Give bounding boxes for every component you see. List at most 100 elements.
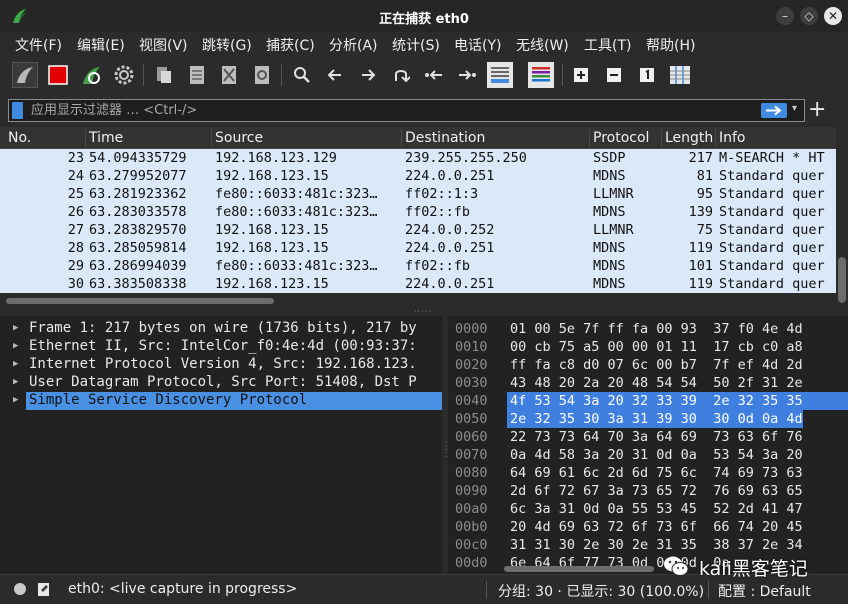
- profile-selector[interactable]: 配置 : Default: [718, 581, 811, 601]
- detail-tree-item[interactable]: ▶ Frame 1: 217 bytes on wire (1736 bits),…: [0, 320, 442, 338]
- bytes-row[interactable]: 0040 4f 53 54 3a 20 32 33 39 2e 32 35 35: [448, 392, 848, 410]
- bytes-row[interactable]: 0060 22 73 73 64 70 3a 64 69 73 63 6f 76: [448, 428, 848, 446]
- packet-cell-time: 63.286994039: [89, 258, 187, 274]
- packet-row[interactable]: 30 63.383508338 192.168.123.15 224.0.0.251 M…: [0, 275, 836, 293]
- save-file-button[interactable]: [184, 62, 210, 88]
- menu-statistics[interactable]: 统计(S): [392, 35, 440, 55]
- menu-edit[interactable]: 编辑(E): [77, 35, 125, 55]
- menu-telephony[interactable]: 电话(Y): [454, 35, 501, 55]
- bytes-row[interactable]: 0010 00 cb 75 a5 00 00 01 11 17 cb c0 a8: [448, 338, 848, 356]
- auto-scroll-icon: [491, 67, 509, 83]
- expand-arrow-icon[interactable]: ▶: [13, 377, 18, 387]
- reload-file-button[interactable]: [249, 62, 275, 88]
- column-header-source[interactable]: Source: [215, 130, 263, 146]
- bytes-row[interactable]: 00a0 6c 3a 31 0d 0a 55 53 45 52 2d 41 47: [448, 500, 848, 518]
- bytes-row[interactable]: 0070 0a 4d 58 3a 20 31 0d 0a 53 54 3a 20: [448, 446, 848, 464]
- normal-size-button[interactable]: [634, 62, 660, 88]
- maximize-button[interactable]: ◇: [800, 7, 818, 25]
- zoom-out-button[interactable]: [601, 62, 627, 88]
- bytes-row[interactable]: 0020 ff fa c8 d0 07 6c 00 b7 7f ef 4d 2d: [448, 356, 848, 374]
- expert-info-led-icon[interactable]: [14, 583, 26, 595]
- menu-help[interactable]: 帮助(H): [646, 35, 695, 55]
- scrollbar-thumb[interactable]: [838, 257, 846, 303]
- packet-row[interactable]: 29 63.286994039 fe80::6033:481c:323… ff02::…: [0, 257, 836, 275]
- chevron-down-icon[interactable]: ▾: [792, 103, 797, 114]
- menu-analyze[interactable]: 分析(A): [329, 35, 378, 55]
- detail-tree-item[interactable]: ▶ User Datagram Protocol, Src Port: 51408…: [0, 374, 442, 392]
- bytes-row[interactable]: 00c0 31 31 30 2e 30 2e 31 35 38 37 2e 34: [448, 536, 848, 554]
- column-header-protocol[interactable]: Protocol: [593, 130, 649, 146]
- detail-tree-item[interactable]: ▶ Ethernet II, Src: IntelCor_f0:4e:4d (00…: [0, 338, 442, 356]
- column-header-length[interactable]: Length: [665, 130, 713, 146]
- capture-options-button[interactable]: [111, 62, 137, 88]
- capture-comment-icon[interactable]: [37, 581, 51, 597]
- packet-cell-length: 75: [696, 222, 713, 238]
- bytes-row[interactable]: 0050 2e 32 35 30 3a 31 39 30 30 0d 0a 4d: [448, 410, 848, 428]
- menu-view[interactable]: 视图(V): [139, 35, 188, 55]
- restart-capture-button[interactable]: [78, 62, 104, 88]
- packet-row[interactable]: 24 63.279952077 192.168.123.15 224.0.0.251 M…: [0, 167, 836, 185]
- menu-go[interactable]: 跳转(G): [202, 35, 252, 55]
- packet-row[interactable]: 27 63.283829570 192.168.123.15 224.0.0.252 L…: [0, 221, 836, 239]
- column-divider[interactable]: [661, 129, 662, 147]
- column-header-no[interactable]: No.: [8, 130, 31, 146]
- bytes-scrollbar-thumb[interactable]: [504, 566, 654, 572]
- column-divider[interactable]: [589, 129, 590, 147]
- column-divider[interactable]: [401, 129, 402, 147]
- bytes-row[interactable]: 00b0 20 4d 69 63 72 6f 73 6f 66 74 20 45: [448, 518, 848, 536]
- colorize-button[interactable]: [528, 62, 554, 88]
- packet-row[interactable]: 28 63.285059814 192.168.123.15 224.0.0.251 M…: [0, 239, 836, 257]
- close-file-button[interactable]: [216, 62, 242, 88]
- column-header-info[interactable]: Info: [719, 130, 746, 146]
- add-filter-button[interactable]: +: [808, 97, 826, 122]
- go-last-packet-button[interactable]: [454, 62, 480, 88]
- minimize-button[interactable]: –: [776, 7, 794, 25]
- packet-cell-no: 24: [67, 168, 84, 184]
- menu-file[interactable]: 文件(F): [15, 35, 62, 55]
- go-back-button[interactable]: [322, 62, 348, 88]
- filter-bookmark-icon[interactable]: [12, 102, 23, 119]
- packet-row[interactable]: 23 54.094335729 192.168.123.129 239.255.255…: [0, 149, 836, 167]
- column-divider[interactable]: [211, 129, 212, 147]
- bytes-row[interactable]: 0000 01 00 5e 7f ff fa 00 93 37 f0 4e 4d: [448, 320, 848, 338]
- stop-capture-button[interactable]: [45, 62, 71, 88]
- menu-tools[interactable]: 工具(T): [584, 35, 631, 55]
- toolbar-separator: [562, 64, 563, 86]
- bytes-row[interactable]: 0090 2d 6f 72 67 3a 73 65 72 76 69 63 65: [448, 482, 848, 500]
- packet-list-vertical-scrollbar[interactable]: [836, 149, 848, 309]
- scrollbar-thumb[interactable]: [6, 298, 274, 304]
- column-divider[interactable]: [85, 129, 86, 147]
- menu-wireless[interactable]: 无线(W): [516, 35, 569, 55]
- main-toolbar: [0, 56, 848, 94]
- packet-row[interactable]: 26 63.283033578 fe80::6033:481c:323… ff02::…: [0, 203, 836, 221]
- column-header-time[interactable]: Time: [89, 130, 123, 146]
- go-first-packet-button[interactable]: [421, 62, 447, 88]
- bytes-row[interactable]: 0080 64 69 61 6c 2d 6d 75 6c 74 69 73 63: [448, 464, 848, 482]
- resize-columns-button[interactable]: [667, 62, 693, 88]
- detail-tree-item[interactable]: ▶ Internet Protocol Version 4, Src: 192.1…: [0, 356, 442, 374]
- capture-options-gear-icon: [114, 65, 134, 85]
- expand-arrow-icon[interactable]: ▶: [13, 323, 18, 333]
- display-filter-input[interactable]: [31, 100, 751, 121]
- find-packet-button[interactable]: [289, 62, 315, 88]
- find-packet-icon: [294, 67, 310, 83]
- auto-scroll-button[interactable]: [487, 62, 513, 88]
- menu-capture[interactable]: 捕获(C): [266, 35, 315, 55]
- apply-filter-button[interactable]: [761, 103, 787, 118]
- open-file-button[interactable]: [151, 62, 177, 88]
- expand-arrow-icon[interactable]: ▶: [13, 359, 18, 369]
- column-divider[interactable]: [715, 129, 716, 147]
- expand-arrow-icon[interactable]: ▶: [13, 395, 18, 405]
- start-capture-button[interactable]: [12, 62, 38, 88]
- pane-splitter-horizontal[interactable]: ·····: [0, 307, 848, 316]
- close-window-button[interactable]: ✕: [824, 7, 842, 25]
- go-to-packet-button[interactable]: [388, 62, 414, 88]
- packet-row[interactable]: 25 63.281923362 fe80::6033:481c:323… ff02::…: [0, 185, 836, 203]
- column-header-destination[interactable]: Destination: [405, 130, 485, 146]
- go-forward-button[interactable]: [355, 62, 381, 88]
- expand-arrow-icon[interactable]: ▶: [13, 341, 18, 351]
- zoom-in-button[interactable]: [568, 62, 594, 88]
- detail-tree-item[interactable]: ▶ Simple Service Discovery Protocol: [0, 392, 442, 410]
- bytes-row[interactable]: 0030 43 48 20 2a 20 48 54 54 50 2f 31 2e: [448, 374, 848, 392]
- bytes-offset: 0070: [455, 447, 488, 463]
